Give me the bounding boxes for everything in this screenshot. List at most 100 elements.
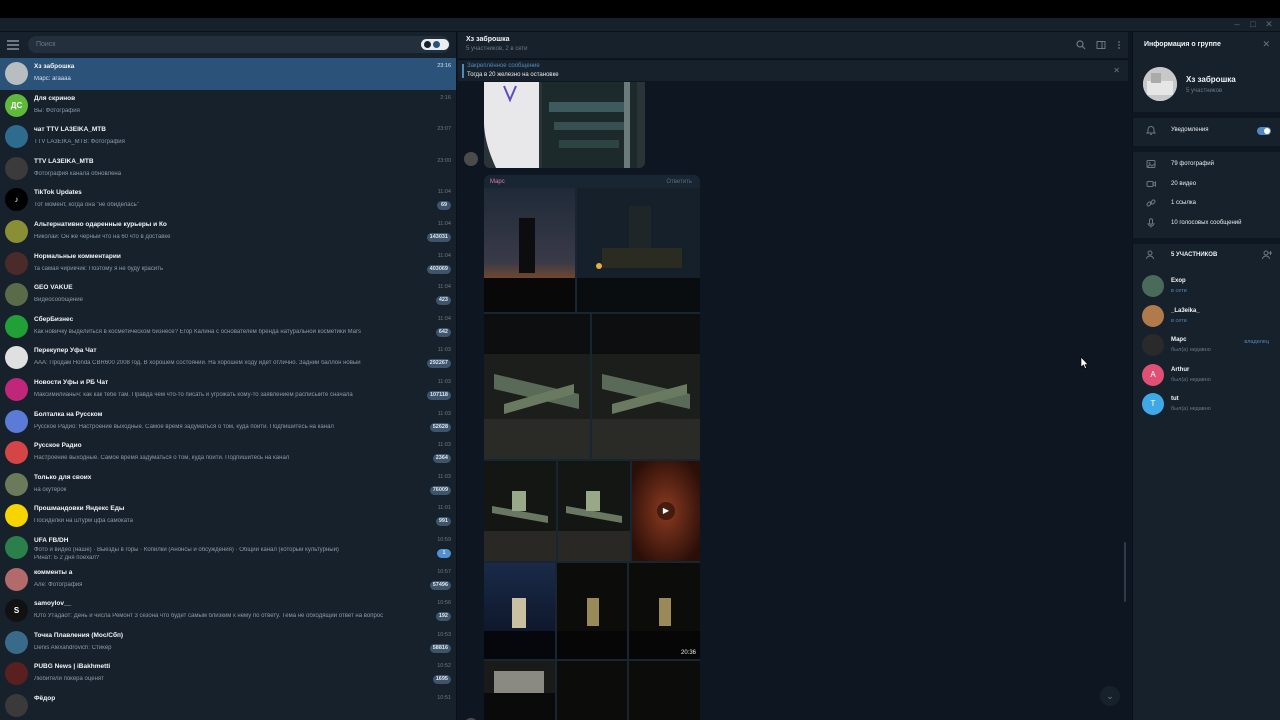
chat-list-item[interactable]: Точка Плавления (Moс/Cбп) Denis Alexandro…: [0, 627, 456, 659]
notifications-row[interactable]: Уведомления: [1133, 122, 1280, 140]
chat-time: 10:52: [437, 663, 451, 670]
chat-list-item[interactable]: СберБизнес Как новичку выделиться в косме…: [0, 311, 456, 343]
chat-list-item[interactable]: Русское Радио Настроение выходные. Самое …: [0, 437, 456, 469]
photo-tile[interactable]: [484, 563, 555, 659]
photo-message[interactable]: [484, 82, 645, 168]
chat-header[interactable]: Хз заброшка 5 участников, 2 в сети: [458, 32, 1128, 58]
sender-avatar[interactable]: [464, 152, 478, 166]
member-role: владелец: [1244, 339, 1269, 345]
search-icon[interactable]: [1076, 40, 1086, 50]
chat-preview: TTV LA3EIKA_MTB: Фотография: [34, 139, 125, 146]
close-icon[interactable]: ✕: [1113, 66, 1120, 75]
avatar: [1142, 304, 1164, 327]
member-item[interactable]: _La3eika_ в сети: [1133, 302, 1280, 331]
chat-preview: Любители покера оценят: [34, 676, 104, 683]
photo-tile[interactable]: [484, 188, 575, 312]
member-item[interactable]: Ttut был(а) недавно: [1133, 390, 1280, 419]
chat-list-item[interactable]: Новости Уфы и РБ Чат Максимилианыч: как к…: [0, 374, 456, 406]
media-group-message[interactable]: Марс Ответить ▶ 20:36: [484, 175, 700, 720]
photo-tile[interactable]: [484, 461, 556, 561]
chat-list-item[interactable]: Только для своих на скутерок 11:03 76009: [0, 469, 456, 501]
media-label: 20 видео: [1171, 180, 1197, 187]
member-item[interactable]: A Arthur был(а) недавно: [1133, 361, 1280, 390]
message-area[interactable]: Марс Ответить ▶ 20:36: [458, 82, 1128, 720]
media-row[interactable]: 79 фотографий: [1133, 156, 1280, 174]
folder-toggle[interactable]: [421, 39, 449, 50]
chat-list-item[interactable]: ДС Для скринов Вы: Фотография 2:16: [0, 90, 456, 122]
chat-list-item[interactable]: Фёдор 10:51: [0, 690, 456, 720]
reply-button[interactable]: Ответить: [666, 179, 692, 185]
telegram-window: – □ ✕ Поиск Хз заброшка Марс: агаааа 23:16…: [0, 0, 1280, 720]
photo-tile[interactable]: [592, 314, 700, 459]
chat-list-item[interactable]: ♪ TikTok Updates Тот момент, когда она "не…: [0, 184, 456, 216]
play-icon[interactable]: ▶: [657, 502, 675, 520]
chat-list-item[interactable]: Перекупер Уфа Чат ААА: Продам Honda CBR60…: [0, 342, 456, 374]
members-count: 5 УЧАСТНИКОВ: [1171, 252, 1218, 258]
avatar: [5, 441, 28, 465]
sidebar-toggle-icon[interactable]: [1096, 40, 1106, 50]
chat-name: Фёдор: [34, 694, 56, 702]
avatar: [5, 346, 28, 370]
maximize-icon[interactable]: □: [1246, 19, 1260, 30]
chat-list-item[interactable]: Ssamoylov__ Юто Утадаот: День и числа Рем…: [0, 595, 456, 627]
chat-list-item[interactable]: Прошмандовки Яндекс Еды Посиделки на штур…: [0, 500, 456, 532]
scrollbar[interactable]: [1124, 542, 1126, 602]
chat-time: 11:04: [437, 220, 451, 227]
photo-tile[interactable]: [558, 461, 630, 561]
chat-list-item[interactable]: Альтернативно одаренные курьеры и Ко Нико…: [0, 216, 456, 248]
member-name: Exop: [1171, 278, 1186, 284]
chat-list-item[interactable]: PUBG News | iBakhmetti Любители покера оц…: [0, 658, 456, 690]
photo-tile[interactable]: [484, 314, 590, 459]
divider: [1133, 238, 1280, 244]
add-member-icon[interactable]: [1261, 250, 1273, 262]
unread-badge: 143031: [426, 232, 451, 242]
media-row[interactable]: 1 ссылка: [1133, 195, 1280, 213]
photo-tile[interactable]: [577, 188, 700, 312]
member-status: в сети: [1171, 317, 1187, 324]
chat-list-item[interactable]: комменты а Але: Фотография 10:57 57496: [0, 564, 456, 596]
photo-tile[interactable]: [557, 563, 627, 659]
mic-icon: [1145, 217, 1157, 230]
chat-name: PUBG News | iBakhmetti: [34, 663, 111, 671]
chat-list-item[interactable]: UFA FB/DH Фото и видео (наше) · Выезды в …: [0, 532, 456, 564]
chevron-down-icon[interactable]: ⌄: [1100, 686, 1120, 706]
video-tile[interactable]: ▶: [632, 461, 700, 561]
chat-list-item[interactable]: чат TTV LA3EIKA_MTB TTV LA3EIKA_MTB: Фото…: [0, 121, 456, 153]
member-item[interactable]: Марс был(а) недавно владелец: [1133, 331, 1280, 360]
notifications-toggle[interactable]: [1257, 127, 1271, 135]
member-name: tut: [1171, 396, 1179, 402]
photo-tile[interactable]: [557, 661, 627, 720]
media-row[interactable]: 10 голосовых сообщений: [1133, 215, 1280, 233]
group-avatar[interactable]: [1143, 67, 1177, 101]
media-row[interactable]: 20 видео: [1133, 176, 1280, 194]
screen-top-bar: [0, 0, 1280, 18]
member-item[interactable]: Exop в сети: [1133, 272, 1280, 301]
chat-list-item[interactable]: Нормальные комментарии та самая чирикчик:…: [0, 248, 456, 280]
unread-badge: 292267: [426, 359, 451, 369]
chat-preview: Видеосообщение: [34, 297, 83, 304]
more-icon[interactable]: [1114, 40, 1124, 50]
avatar: ДС: [5, 93, 28, 117]
pinned-message[interactable]: Закреплённое сообщение Тогда в 20 железн…: [458, 59, 1128, 81]
pinned-title: Закреплённое сообщение: [467, 63, 540, 69]
chat-list-item[interactable]: TTV LA3EIKA_MTB Фотография канала обновле…: [0, 153, 456, 185]
chat-list-item[interactable]: Хз заброшка Марс: агаааа 23:16: [0, 58, 456, 90]
search-input[interactable]: Поиск: [28, 36, 450, 53]
chat-list-header: Поиск: [0, 32, 456, 58]
chat-name: GEO VAKUE: [34, 284, 73, 292]
group-info-panel: Информация о группе ✕ Хз заброшка 5 учас…: [1132, 32, 1280, 720]
photo-tile[interactable]: [629, 661, 700, 720]
chat-list-item[interactable]: GEO VAKUE Видеосообщение 11:04 423: [0, 279, 456, 311]
chat-preview: Как новичку выделиться в косметическом б…: [34, 328, 362, 335]
video-icon: [1145, 179, 1157, 191]
menu-icon[interactable]: [7, 40, 19, 50]
sender-name[interactable]: Марс: [490, 179, 505, 185]
close-window-icon[interactable]: ✕: [1262, 19, 1276, 30]
video-tile[interactable]: 20:36: [629, 563, 700, 659]
photo-tile[interactable]: [484, 661, 555, 720]
chat-list-item[interactable]: Болталка на Русском Русское Радио: Настро…: [0, 406, 456, 438]
chat-name: TikTok Updates: [34, 189, 82, 197]
minimize-icon[interactable]: –: [1230, 19, 1244, 30]
close-icon[interactable]: ✕: [1262, 39, 1270, 50]
avatar: A: [1142, 363, 1164, 386]
